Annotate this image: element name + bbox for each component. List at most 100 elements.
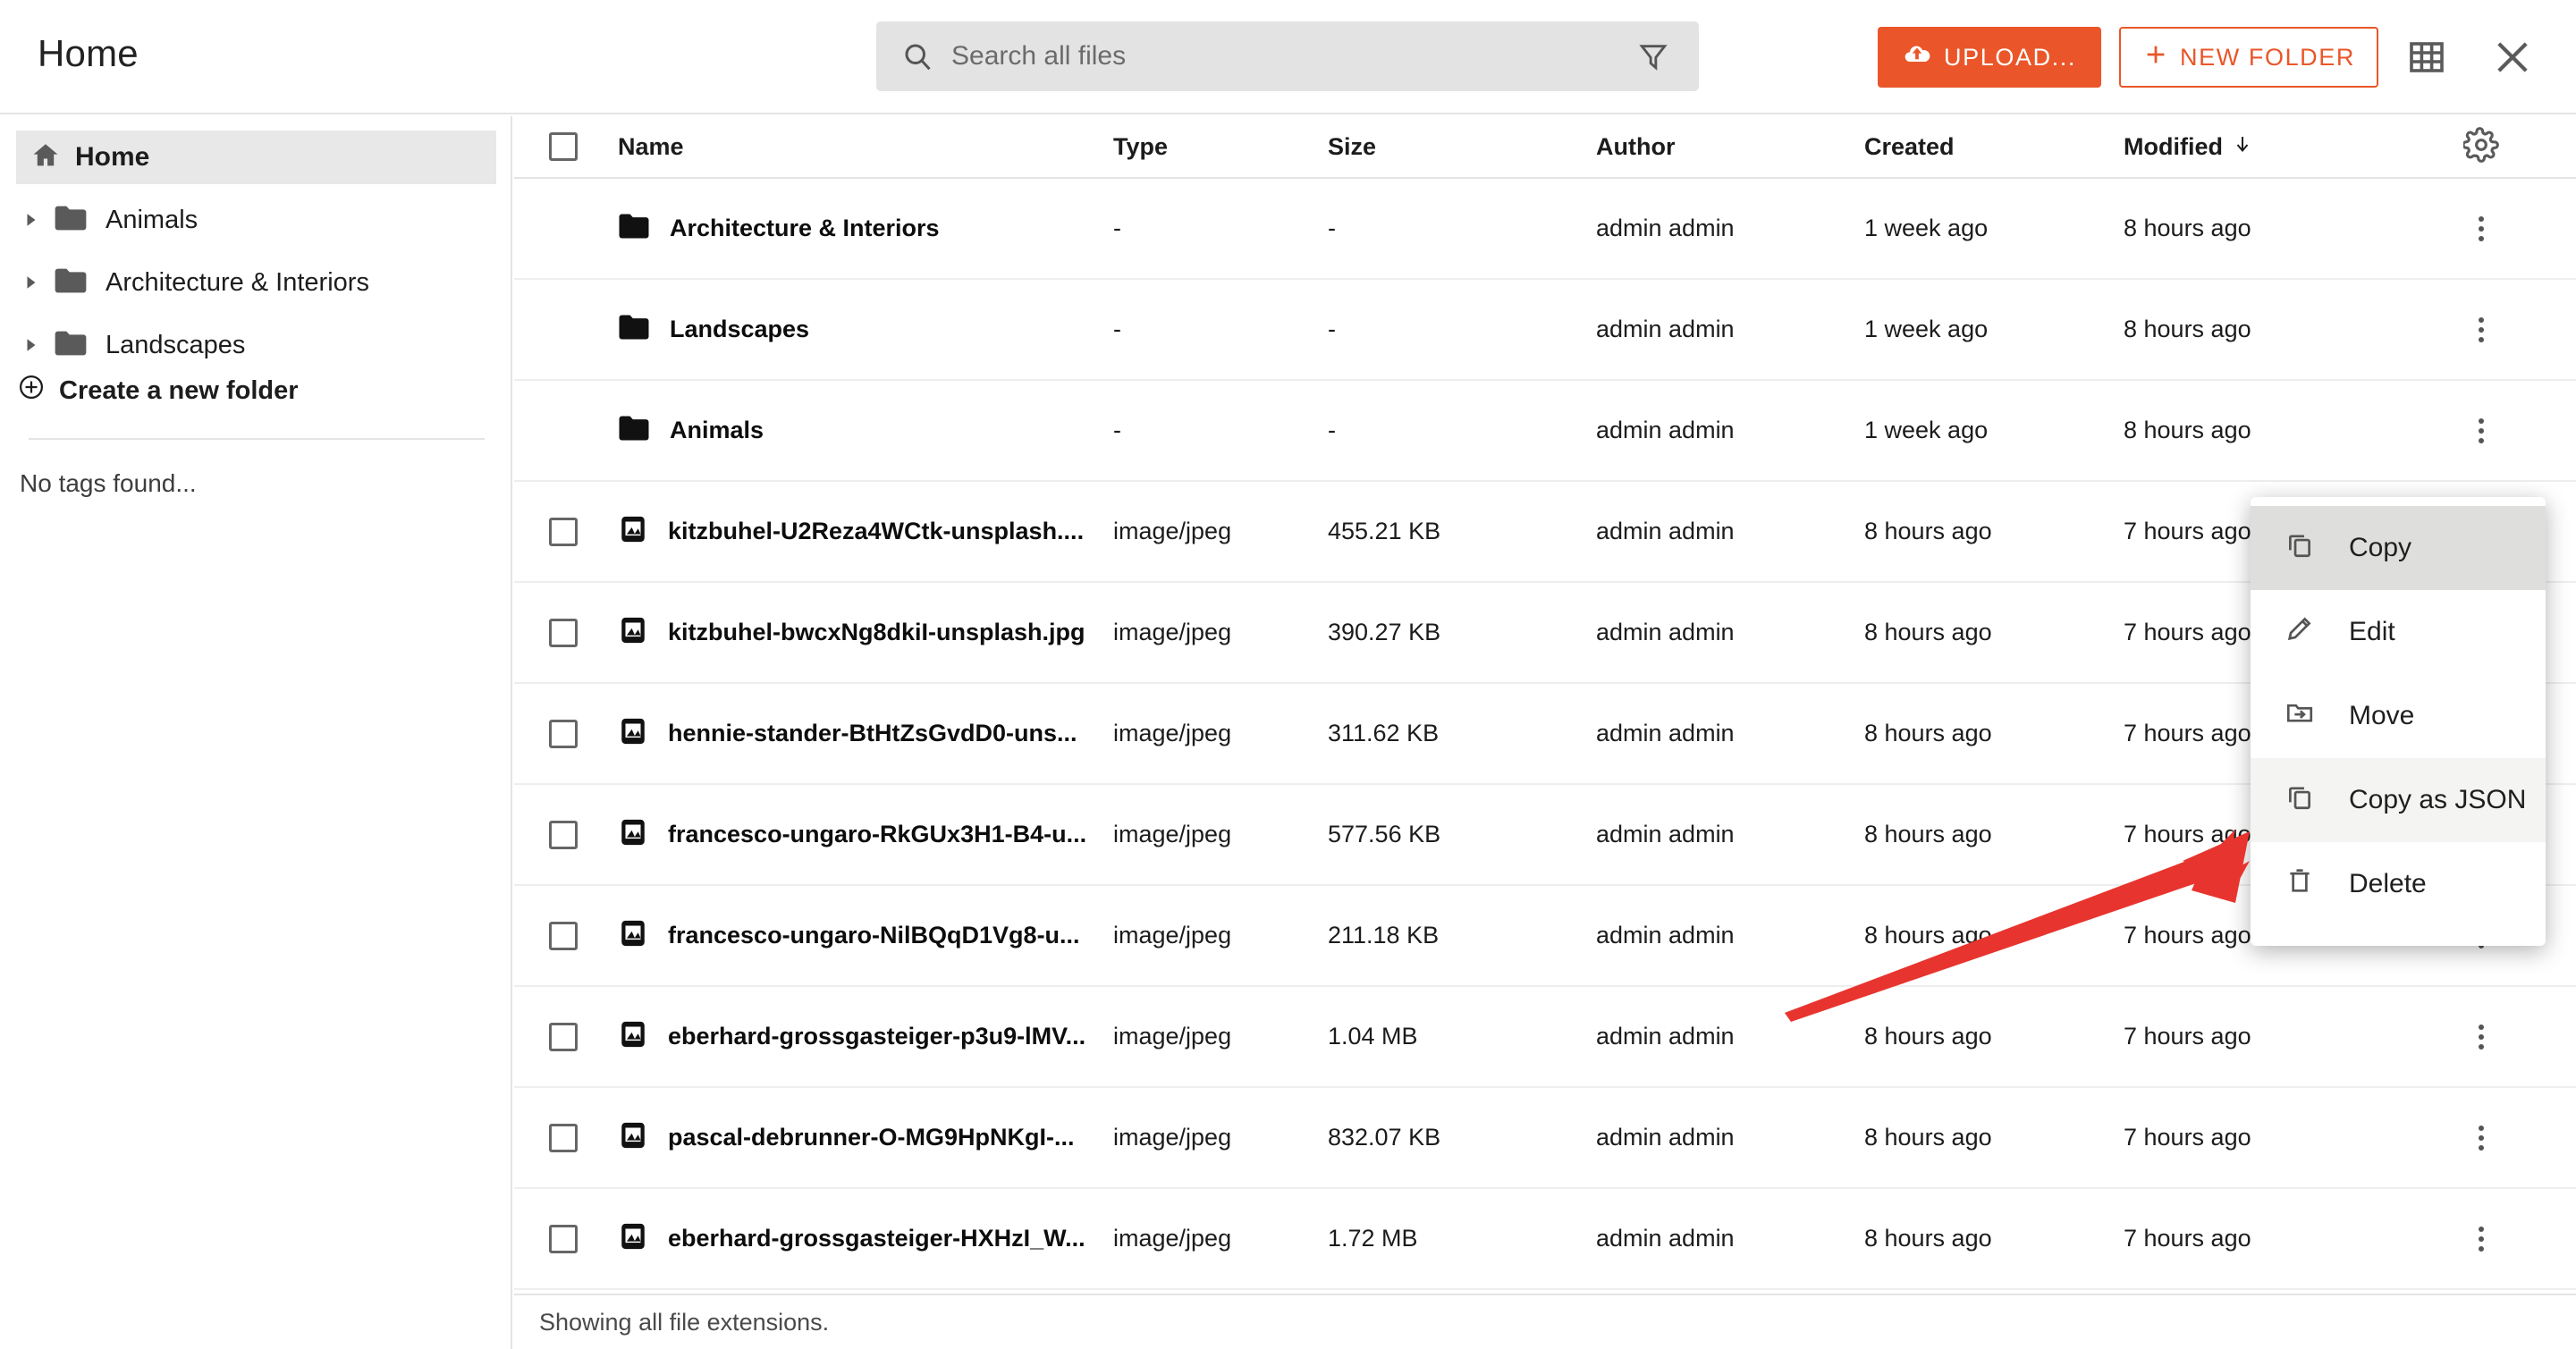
row-type: image/jpeg [1113, 1225, 1328, 1252]
context-menu-item-copy[interactable]: Copy [2251, 506, 2546, 590]
table-row[interactable]: mohamed-nohassi-Di-DmLD6cW8-... image/jp… [514, 1290, 2576, 1292]
row-created: 1 week ago [1864, 316, 2124, 343]
upload-button[interactable]: UPLOAD... [1878, 27, 2101, 88]
close-icon[interactable] [2487, 32, 2538, 82]
folder-icon [54, 330, 88, 361]
row-created: 8 hours ago [1864, 821, 2124, 848]
row-checkbox[interactable] [549, 720, 578, 748]
row-author: admin admin [1596, 417, 1864, 444]
row-more-menu-icon[interactable] [2479, 317, 2484, 342]
row-more-menu-icon[interactable] [2479, 1024, 2484, 1050]
search-bar[interactable] [876, 21, 1699, 91]
row-checkbox[interactable] [549, 518, 578, 546]
row-modified: 8 hours ago [2124, 316, 2392, 343]
chevron-right-icon[interactable] [16, 337, 46, 353]
copy-icon [2285, 781, 2315, 819]
row-name-cell[interactable]: hennie-stander-BtHtZsGvdD0-uns... [612, 716, 1113, 751]
row-checkbox[interactable] [549, 619, 578, 647]
row-size: - [1328, 417, 1596, 444]
row-size: - [1328, 316, 1596, 343]
search-icon [899, 38, 935, 74]
row-name-cell[interactable]: eberhard-grossgasteiger-HXHzI_W... [612, 1221, 1113, 1256]
row-author: admin admin [1596, 1225, 1864, 1252]
row-checkbox[interactable] [549, 821, 578, 849]
row-name-cell[interactable]: pascal-debrunner-O-MG9HpNKgI-... [612, 1120, 1113, 1155]
context-menu-item-copy-as-json-label: Copy as JSON [2349, 785, 2526, 815]
row-more-menu-icon[interactable] [2479, 216, 2484, 241]
filter-icon[interactable] [1634, 38, 1672, 75]
row-created: 1 week ago [1864, 215, 2124, 242]
row-size: 211.18 KB [1328, 922, 1596, 949]
new-folder-button[interactable]: NEW FOLDER [2119, 27, 2378, 88]
column-header-created[interactable]: Created [1864, 133, 2124, 161]
row-name-cell[interactable]: francesco-ungaro-NilBQqD1Vg8-u... [612, 918, 1113, 953]
context-menu-item-delete[interactable]: Delete [2251, 842, 2546, 926]
context-menu-item-copy-as-json[interactable]: Copy as JSON [2251, 758, 2546, 842]
row-created: 8 hours ago [1864, 1124, 2124, 1151]
row-actions-cell [2392, 1024, 2571, 1050]
search-input[interactable] [951, 41, 1634, 72]
grid-view-icon[interactable] [2405, 36, 2448, 79]
row-name-cell[interactable]: Animals [612, 415, 1113, 446]
sidebar-item-landscapes[interactable]: Landscapes [16, 320, 496, 370]
row-name-cell[interactable]: kitzbuhel-bwcxNg8dkiI-unsplash.jpg [612, 615, 1113, 650]
column-header-modified-label: Modified [2124, 133, 2223, 161]
row-more-menu-icon[interactable] [2479, 418, 2484, 443]
row-name: kitzbuhel-U2Reza4WCtk-unsplash.... [668, 518, 1084, 545]
gear-icon[interactable] [2463, 127, 2499, 167]
row-size: 1.72 MB [1328, 1225, 1596, 1252]
row-author: admin admin [1596, 518, 1864, 545]
chevron-right-icon[interactable] [16, 274, 46, 291]
row-name-cell[interactable]: francesco-ungaro-RkGUx3H1-B4-u... [612, 817, 1113, 852]
row-size: 455.21 KB [1328, 518, 1596, 545]
row-name-cell[interactable]: eberhard-grossgasteiger-p3u9-lMV... [612, 1019, 1113, 1054]
sidebar-item-architecture-interiors[interactable]: Architecture & Interiors [16, 257, 496, 308]
row-checkbox[interactable] [549, 1023, 578, 1051]
column-header-size[interactable]: Size [1328, 133, 1596, 161]
table-row[interactable]: eberhard-grossgasteiger-p3u9-lMV... imag… [514, 987, 2576, 1088]
select-all-checkbox[interactable] [549, 132, 578, 161]
row-actions-cell [2392, 1227, 2571, 1252]
image-icon [618, 1221, 648, 1256]
row-name: eberhard-grossgasteiger-p3u9-lMV... [668, 1023, 1085, 1050]
image-icon [618, 817, 648, 852]
row-checkbox[interactable] [549, 1124, 578, 1152]
row-more-menu-icon[interactable] [2479, 1126, 2484, 1151]
sidebar-item-home[interactable]: Home [16, 131, 496, 184]
table-row[interactable]: Architecture & Interiors - - admin admin… [514, 179, 2576, 280]
sidebar-item-animals[interactable]: Animals [16, 195, 496, 245]
sidebar-folder-label: Animals [106, 206, 198, 235]
arrow-down-icon [2232, 133, 2253, 161]
image-icon [618, 514, 648, 549]
table-row[interactable]: eberhard-grossgasteiger-HXHzI_W... image… [514, 1189, 2576, 1290]
context-menu-item-edit[interactable]: Edit [2251, 590, 2546, 674]
status-bar-text: Showing all file extensions. [539, 1309, 829, 1336]
context-menu-item-move[interactable]: Move [2251, 674, 2546, 758]
chevron-right-icon[interactable] [16, 212, 46, 228]
row-name-cell[interactable]: Architecture & Interiors [612, 213, 1113, 244]
column-header-modified[interactable]: Modified [2124, 133, 2392, 161]
folder-arrow-icon [2285, 697, 2315, 735]
sidebar-folder-label: Architecture & Interiors [106, 268, 369, 298]
row-more-menu-icon[interactable] [2479, 1227, 2484, 1252]
row-actions-cell [2392, 418, 2571, 443]
column-header-type[interactable]: Type [1113, 133, 1328, 161]
row-author: admin admin [1596, 720, 1864, 747]
table-row[interactable]: Animals - - admin admin 1 week ago 8 hou… [514, 381, 2576, 482]
row-checkbox-cell [514, 720, 612, 748]
row-created: 8 hours ago [1864, 1023, 2124, 1050]
row-checkbox[interactable] [549, 922, 578, 950]
table-row[interactable]: pascal-debrunner-O-MG9HpNKgI-... image/j… [514, 1088, 2576, 1189]
row-created: 8 hours ago [1864, 1225, 2124, 1252]
create-new-folder-button[interactable]: Create a new folder [18, 374, 299, 408]
row-checkbox[interactable] [549, 1225, 578, 1253]
column-header-name[interactable]: Name [612, 133, 1113, 161]
row-name-cell[interactable]: Landscapes [612, 314, 1113, 345]
table-row[interactable]: Landscapes - - admin admin 1 week ago 8 … [514, 280, 2576, 381]
row-type: image/jpeg [1113, 720, 1328, 747]
tags-empty-message: No tags found... [20, 469, 197, 498]
sidebar-divider [29, 438, 485, 440]
row-name-cell[interactable]: kitzbuhel-U2Reza4WCtk-unsplash.... [612, 514, 1113, 549]
column-header-author[interactable]: Author [1596, 133, 1864, 161]
row-actions-cell [2392, 216, 2571, 241]
